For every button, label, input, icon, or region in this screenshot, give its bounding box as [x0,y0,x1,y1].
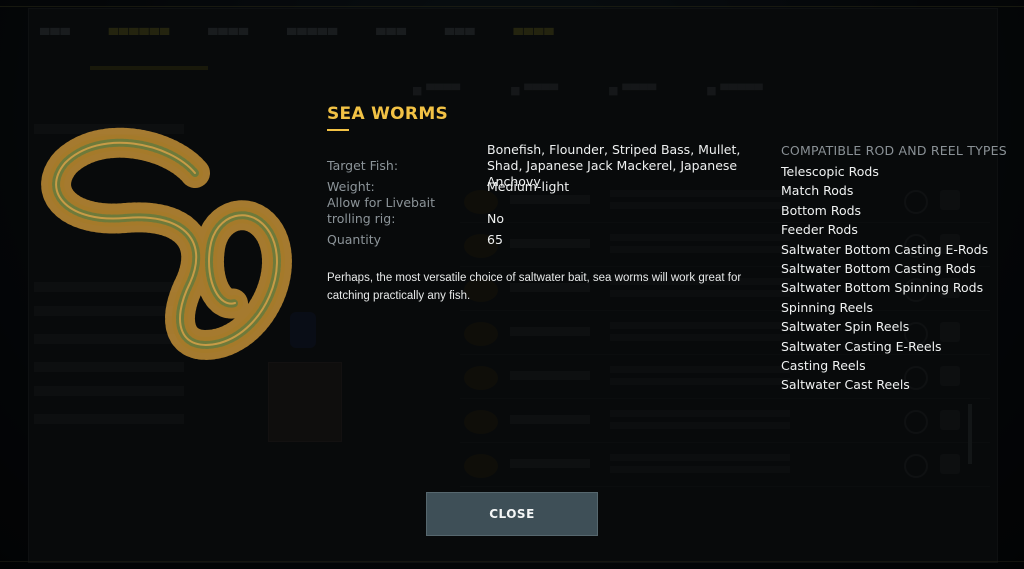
close-button[interactable]: CLOSE [426,492,598,536]
livebait-value: No [487,211,504,226]
target-fish-label: Target Fish: [327,158,399,173]
compatibility-item: Casting Reels [781,358,866,374]
sea-worm-image [41,127,292,360]
item-title: SEA WORMS [327,104,449,124]
livebait-label-line2: trolling rig: [327,211,396,226]
livebait-label-line1: Allow for Livebait [327,195,435,210]
compatibility-item: Saltwater Spin Reels [781,319,910,335]
compatibility-item: Spinning Reels [781,299,873,315]
weight-value: Medium-light [487,179,570,194]
compatibility-item: Saltwater Casting E-Reels [781,338,942,354]
compatibility-item: Saltwater Cast Reels [781,377,910,393]
compatibility-item: Telescopic Rods [781,164,879,179]
weight-label: Weight: [327,179,375,194]
compatibility-heading: COMPATIBLE ROD AND REEL TYPES [781,143,1007,158]
item-description: Perhaps, the most versatile choice of sa… [327,272,742,302]
compatibility-item: Bottom Rods [781,202,862,218]
title-underline [327,129,349,131]
compatibility-item: Match Rods [781,183,854,199]
quantity-value: 65 [487,232,503,247]
compatibility-item: Saltwater Bottom Casting E-Rods [781,241,989,257]
quantity-label: Quantity [327,232,382,247]
compatibility-item: Saltwater Bottom Spinning Rods [781,280,984,296]
compatibility-list: Telescopic Rods Match Rods Bottom Rods F… [781,162,988,395]
compatibility-item: Feeder Rods [781,222,858,238]
item-info-dialog: SEA WORMS Target Fish: Bonefish, Flounde… [0,0,1024,569]
compatibility-item: Saltwater Bottom Casting Rods [781,261,976,277]
